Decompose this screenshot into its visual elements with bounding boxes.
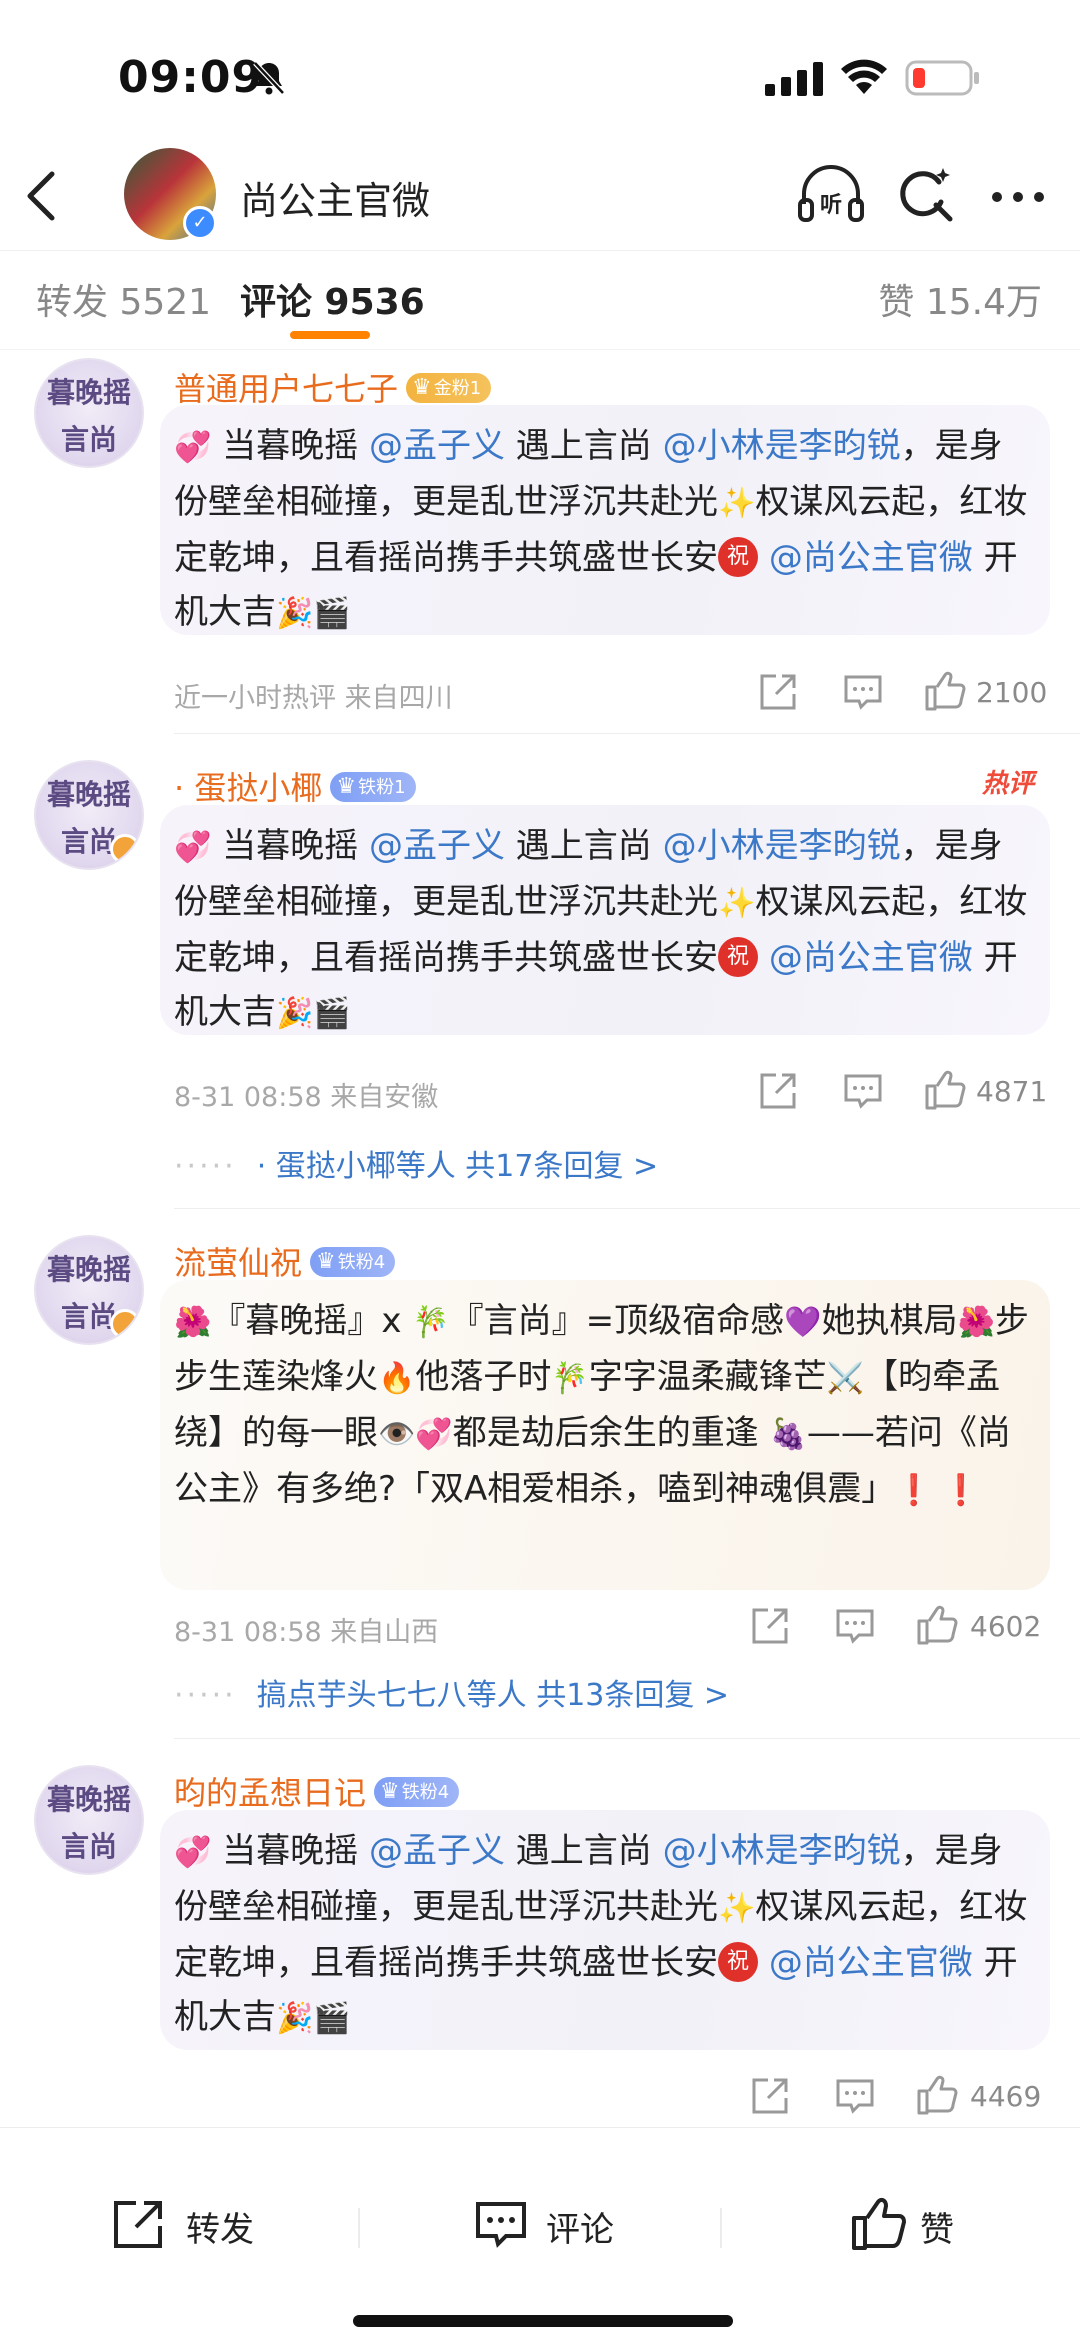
mention-link[interactable]: @尚公主官微 [769, 1943, 973, 1983]
commenter-avatar[interactable]: 暮晚摇 言尚 [34, 358, 144, 468]
like-button[interactable]: 赞 [850, 2196, 980, 2256]
home-indicator[interactable] [353, 2315, 733, 2327]
comment-bubble: 🌺『暮晚摇』x 🎋『言尚』=顶级宿命感💜她执棋局🌺步步生莲染烽火🔥他落子时🎋字字… [160, 1280, 1050, 1590]
comment-tabs: 转发 5521 评论 9536 赞 15.4万 [0, 250, 1080, 350]
mention-link[interactable]: @小林是李昀锐 [663, 1831, 901, 1871]
commenter-name[interactable]: · 蛋挞小椰 ♛ 铁粉1 [174, 763, 416, 809]
bell-off-icon [253, 61, 285, 95]
listen-headphones-icon[interactable]: 听 [798, 164, 864, 224]
fan-level-badge: ♛ 金粉1 [406, 373, 492, 403]
comment-divider [174, 1208, 1080, 1209]
verified-v-icon [110, 834, 140, 864]
comment-text: 💞 当暮晚摇 @孟子义 遇上言尚 @小林是李昀锐，是身份壁垒相碰撞，更是乱世浮沉… [174, 826, 1028, 1032]
crown-icon: ♛ [412, 375, 432, 400]
repost-label: 转发 [186, 2210, 254, 2250]
comment-text: 💞 当暮晚摇 @孟子义 遇上言尚 @小林是李昀锐，是身份壁垒相碰撞，更是乱世浮沉… [174, 426, 1028, 632]
like-thumb-icon[interactable] [916, 2074, 958, 2116]
comment-icon[interactable] [843, 1071, 883, 1111]
comment-meta: 8-31 08:58 来自山西 [174, 1617, 439, 1648]
mention-link[interactable]: @小林是李昀锐 [663, 826, 901, 866]
blessing-emoji: 祝 [718, 536, 758, 577]
more-options-icon[interactable] [990, 190, 1046, 204]
tab-repost[interactable]: 转发 5521 [36, 273, 211, 325]
battery-icon [905, 60, 979, 96]
fan-level-badge: ♛ 铁粉1 [330, 772, 416, 802]
mention-link[interactable]: @小林是李昀锐 [663, 426, 901, 466]
share-icon[interactable] [750, 2076, 790, 2116]
like-count: 4871 [976, 1075, 1048, 1108]
mention-link[interactable]: @孟子义 [369, 826, 505, 866]
like-thumb-icon[interactable] [924, 670, 966, 712]
account-name[interactable]: 尚公主官微 [240, 170, 430, 225]
comment-item: 暮晚摇 言尚 · 蛋挞小椰 ♛ 铁粉1 热评 💞 当暮晚摇 @孟子义 遇上言尚 @小林… [0, 735, 1080, 1210]
view-replies-link[interactable]: ····· · 蛋挞小椰等人 共17条回复 > [174, 1141, 658, 1185]
comment-icon [476, 2202, 526, 2248]
share-icon[interactable] [758, 672, 798, 712]
comment-divider [174, 1738, 1080, 1739]
mention-link[interactable]: @孟子义 [369, 426, 505, 466]
verified-v-icon [110, 1309, 140, 1339]
like-thumb-icon[interactable] [924, 1069, 966, 1111]
comment-icon[interactable] [843, 672, 883, 712]
commenter-name[interactable]: 普通用户七七子 ♛ 金粉1 [174, 364, 492, 410]
share-icon[interactable] [758, 1071, 798, 1111]
comment-text: 🌺『暮晚摇』x 🎋『言尚』=顶级宿命感💜她执棋局🌺步步生莲染烽火🔥他落子时🎋字字… [174, 1301, 1029, 1509]
back-arrow-icon[interactable] [22, 168, 62, 224]
commenter-avatar[interactable]: 暮晚摇 言尚 [34, 760, 144, 870]
comment-icon[interactable] [835, 2076, 875, 2116]
comment-meta: 8-31 08:58 来自安徽 [174, 1082, 439, 1113]
commenter-name[interactable]: 流萤仙祝 ♛ 铁粉4 [174, 1238, 396, 1284]
wifi-icon [841, 59, 887, 94]
crown-icon: ♛ [316, 1249, 336, 1274]
like-count: 2100 [976, 676, 1048, 709]
commenter-name[interactable]: 昀的孟想日记 ♛ 铁粉4 [174, 1768, 460, 1814]
mention-link[interactable]: @孟子义 [369, 1831, 505, 1871]
mention-link[interactable]: @尚公主官微 [769, 938, 973, 978]
commenter-avatar[interactable]: 暮晚摇 言尚 [34, 1235, 144, 1345]
like-count: 4602 [970, 1610, 1042, 1643]
bar-separator [358, 2208, 360, 2248]
svg-text:听: 听 [820, 193, 842, 218]
status-bar: 09:09 [0, 0, 1080, 140]
like-thumb-icon[interactable] [916, 1604, 958, 1646]
comment-bubble: 💞 当暮晚摇 @孟子义 遇上言尚 @小林是李昀锐，是身份壁垒相碰撞，更是乱世浮沉… [160, 405, 1050, 635]
active-tab-indicator [290, 331, 370, 339]
comment-button[interactable]: 评论 [474, 2196, 634, 2256]
blessing-emoji: 祝 [718, 936, 758, 977]
comment-label: 评论 [546, 2210, 614, 2250]
like-label: 赞 [920, 2210, 954, 2250]
mention-link[interactable]: @尚公主官微 [769, 538, 973, 578]
like-count: 4469 [970, 2080, 1042, 2113]
comment-text: 💞 当暮晚摇 @孟子义 遇上言尚 @小林是李昀锐，是身份壁垒相碰撞，更是乱世浮沉… [174, 1831, 1028, 2037]
comment-item: 暮晚摇 言尚 普通用户七七子 ♛ 金粉1 💞 当暮晚摇 @孟子义 遇上言尚 @小林是李… [0, 350, 1080, 735]
blessing-emoji: 祝 [718, 1941, 758, 1982]
repost-icon [114, 2201, 162, 2248]
view-replies-link[interactable]: ····· 搞点芋头七七八等人 共13条回复 > [174, 1670, 729, 1714]
like-thumb-icon [852, 2197, 906, 2250]
tab-comment[interactable]: 评论 9536 [240, 273, 425, 325]
comment-item: 暮晚摇 言尚 昀的孟想日记 ♛ 铁粉4 💞 当暮晚摇 @孟子义 遇上言尚 @小林是李昀… [0, 1740, 1080, 2127]
comment-divider [174, 733, 1080, 734]
comment-bubble: 💞 当暮晚摇 @孟子义 遇上言尚 @小林是李昀锐，是身份壁垒相碰撞，更是乱世浮沉… [160, 1810, 1050, 2050]
header: ✓ 尚公主官微 听 [0, 140, 1080, 250]
search-icon[interactable] [895, 164, 955, 224]
share-icon[interactable] [750, 1606, 790, 1646]
comment-icon[interactable] [835, 1606, 875, 1646]
hot-comment-tag: 热评 [982, 769, 1035, 799]
crown-icon: ♛ [380, 1779, 400, 1804]
comment-item: 暮晚摇 言尚 流萤仙祝 ♛ 铁粉4 🌺『暮晚摇』x 🎋『言尚』=顶级宿命感💜她执棋局🌺… [0, 1210, 1080, 1740]
comment-bubble: 💞 当暮晚摇 @孟子义 遇上言尚 @小林是李昀锐，是身份壁垒相碰撞，更是乱世浮沉… [160, 805, 1050, 1035]
repost-button[interactable]: 转发 [112, 2196, 272, 2256]
verified-badge-icon: ✓ [183, 206, 217, 240]
bar-separator [720, 2208, 722, 2248]
fan-level-badge: ♛ 铁粉4 [310, 1247, 396, 1277]
tab-like[interactable]: 赞 15.4万 [878, 273, 1042, 325]
fan-level-badge: ♛ 铁粉4 [374, 1777, 460, 1807]
crown-icon: ♛ [336, 774, 357, 799]
bottom-action-bar: 转发 评论 赞 [0, 2127, 1080, 2347]
comment-meta: 近一小时热评 来自四川 [174, 683, 453, 714]
commenter-avatar[interactable]: 暮晚摇 言尚 [34, 1765, 144, 1875]
cellular-signal-icon [765, 62, 823, 96]
status-time: 09:09 [118, 52, 264, 103]
